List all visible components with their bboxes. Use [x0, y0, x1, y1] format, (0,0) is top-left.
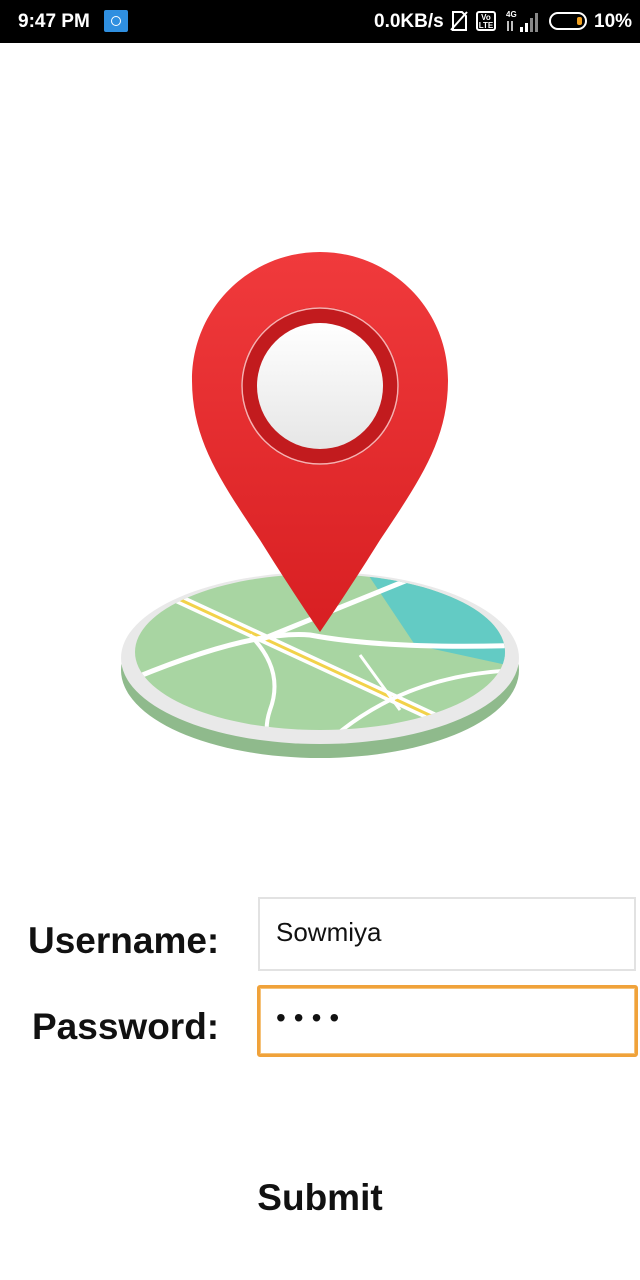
status-bar: 9:47 PM 0.0KB/s Vo LTE 4G 10% [0, 0, 640, 43]
location-pin-on-map-icon [121, 252, 519, 758]
password-field[interactable]: •••• [257, 985, 638, 1057]
submit-button[interactable]: Submit [220, 1170, 420, 1226]
login-screen: 9:47 PM 0.0KB/s Vo LTE 4G 10% Username: … [0, 0, 640, 1280]
network-speed: 0.0KB/s [374, 11, 444, 32]
password-label: Password: [32, 1006, 220, 1047]
battery-icon [549, 12, 587, 30]
network-type-label: 4G [506, 10, 517, 19]
username-label: Username: [28, 920, 220, 961]
app-notification-icon [104, 10, 128, 32]
signal-icon: 4G [506, 10, 538, 32]
username-field[interactable]: Sowmiya [258, 897, 636, 971]
status-time: 9:47 PM [18, 11, 90, 32]
battery-percent: 10% [594, 11, 633, 32]
volte-icon: Vo LTE [476, 11, 496, 31]
no-sim-icon [450, 11, 468, 31]
